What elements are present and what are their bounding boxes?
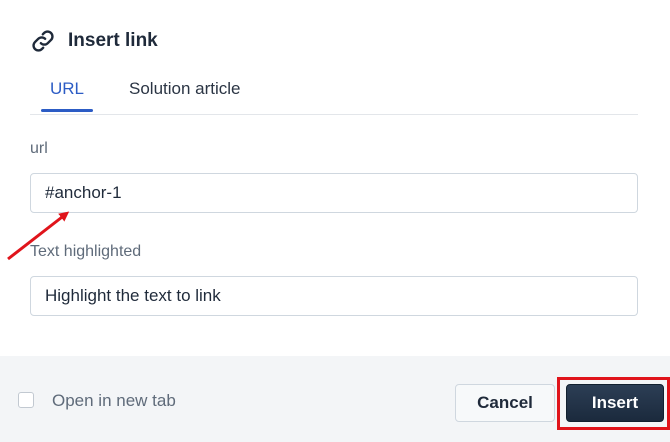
link-type-tabs: URL Solution article [30,70,638,115]
dialog-footer: Open in new tab Cancel Insert [0,356,670,442]
tab-url[interactable]: URL [41,78,93,112]
url-input[interactable] [30,173,638,213]
dialog-title: Insert link [68,30,158,51]
link-icon [30,28,56,54]
open-in-new-tab-label[interactable]: Open in new tab [52,392,176,410]
tab-solution-article[interactable]: Solution article [129,78,241,112]
dialog-header: Insert link [30,26,158,56]
url-field-label: url [30,140,48,157]
open-in-new-tab-checkbox[interactable] [18,392,34,408]
text-highlighted-label: Text highlighted [30,243,142,260]
insert-button[interactable]: Insert [566,384,664,422]
text-highlighted-input[interactable] [30,276,638,316]
cancel-button[interactable]: Cancel [455,384,555,422]
insert-link-dialog: Insert link URL Solution article url Tex… [0,0,670,442]
